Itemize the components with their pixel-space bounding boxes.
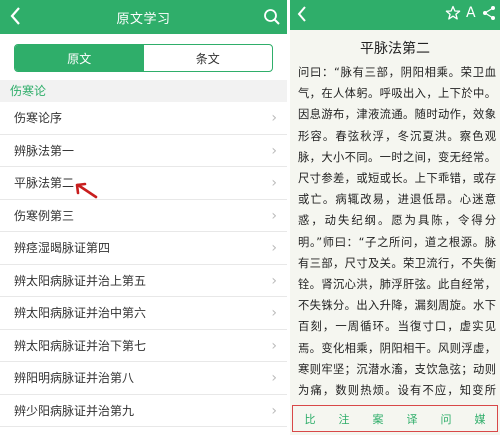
- media-button[interactable]: 媒: [475, 411, 486, 427]
- compare-button[interactable]: 比: [305, 411, 316, 427]
- translation-button[interactable]: 译: [407, 411, 418, 427]
- chevron-right-icon: ›: [271, 240, 277, 256]
- tab-clauses[interactable]: 条文: [144, 45, 273, 71]
- chapter-list: 伤寒论序 › 辨脉法第一 › 平脉法第二 › 伤寒例第三 › 辨痉湿暍脉证第四 › 辨太阳…: [0, 102, 287, 427]
- tab-original-text[interactable]: 原文: [15, 45, 144, 71]
- chapter-title: 辨痉湿暍脉证第四: [14, 241, 111, 256]
- annotation-button[interactable]: 注: [339, 411, 350, 427]
- chapter-body-text: 问曰：“脉有三部，阴阳相乘。荣卫血气，在人体躬。呼吸出入，上下於中。因息游布，津…: [298, 66, 496, 398]
- list-item[interactable]: 辨太阳病脉证并治中第六 ›: [0, 297, 287, 330]
- list-item[interactable]: 伤寒例第三 ›: [0, 200, 287, 232]
- reading-panel: A 平脉法第二 问曰：“脉有三部，阴阳相乘。荣卫血气，在人体躬。呼吸出入，上下於…: [290, 0, 500, 435]
- question-button[interactable]: 问: [441, 411, 452, 427]
- chapter-title: 平脉法第二: [14, 176, 75, 191]
- chapter-title: 辨太阳病脉证并治上第五: [14, 273, 147, 288]
- chapter-list-panel: 原文学习 原文 条文 伤寒论 伤寒论序 › 辨脉法第一 › 平脉法第二 › 伤寒例第三…: [0, 0, 287, 435]
- chevron-right-icon: ›: [271, 370, 277, 386]
- back-icon[interactable]: [8, 5, 28, 29]
- reader-top-bar: A: [290, 0, 500, 30]
- share-icon[interactable]: [482, 5, 496, 21]
- chevron-right-icon: ›: [271, 207, 277, 224]
- list-item[interactable]: 辨太阳病脉证并治下第七 ›: [0, 330, 287, 362]
- list-item[interactable]: 辨脉法第一 ›: [0, 135, 287, 167]
- chevron-right-icon: ›: [271, 402, 277, 419]
- section-header: 伤寒论: [0, 80, 287, 102]
- chevron-right-icon: ›: [271, 305, 277, 321]
- chapter-title: 辨太阳病脉证并治下第七: [14, 338, 147, 353]
- list-item[interactable]: 辨少阳病脉证并治第九 ›: [0, 395, 287, 427]
- list-item[interactable]: 辨痉湿暍脉证第四 ›: [0, 232, 287, 265]
- chapter-title: 辨太阳病脉证并治中第六: [14, 306, 147, 321]
- page-title: 原文学习: [116, 11, 171, 27]
- search-icon[interactable]: [263, 8, 281, 26]
- view-toggle: 原文 条文: [14, 44, 273, 72]
- case-button[interactable]: 案: [373, 411, 384, 427]
- chevron-right-icon: ›: [271, 337, 277, 354]
- star-icon[interactable]: [445, 5, 461, 21]
- chapter-title: 辨少阳病脉证并治第九: [14, 403, 135, 418]
- chapter-title: 辨脉法第一: [14, 143, 75, 158]
- chevron-right-icon: ›: [271, 142, 277, 159]
- chevron-right-icon: ›: [271, 110, 277, 126]
- chevron-right-icon: ›: [271, 272, 277, 289]
- back-icon[interactable]: [296, 4, 308, 29]
- chapter-heading: 平脉法第二: [360, 41, 430, 57]
- list-item[interactable]: 辨太阳病脉证并治上第五 ›: [0, 265, 287, 297]
- top-bar: 原文学习: [0, 0, 287, 34]
- list-item[interactable]: 伤寒论序 ›: [0, 102, 287, 135]
- list-item[interactable]: 平脉法第二 ›: [0, 167, 287, 200]
- annotation-arrow-icon: [75, 182, 98, 199]
- font-size-icon[interactable]: A: [466, 5, 476, 21]
- chevron-right-icon: ›: [271, 175, 277, 191]
- chapter-title: 伤寒例第三: [14, 208, 75, 223]
- chapter-title: 辨阳明病脉证并治第八: [14, 371, 135, 386]
- chapter-title: 伤寒论序: [14, 111, 63, 126]
- study-toolbar: 比 注 案 译 问 媒: [292, 405, 498, 432]
- list-item[interactable]: 辨阳明病脉证并治第八 ›: [0, 362, 287, 395]
